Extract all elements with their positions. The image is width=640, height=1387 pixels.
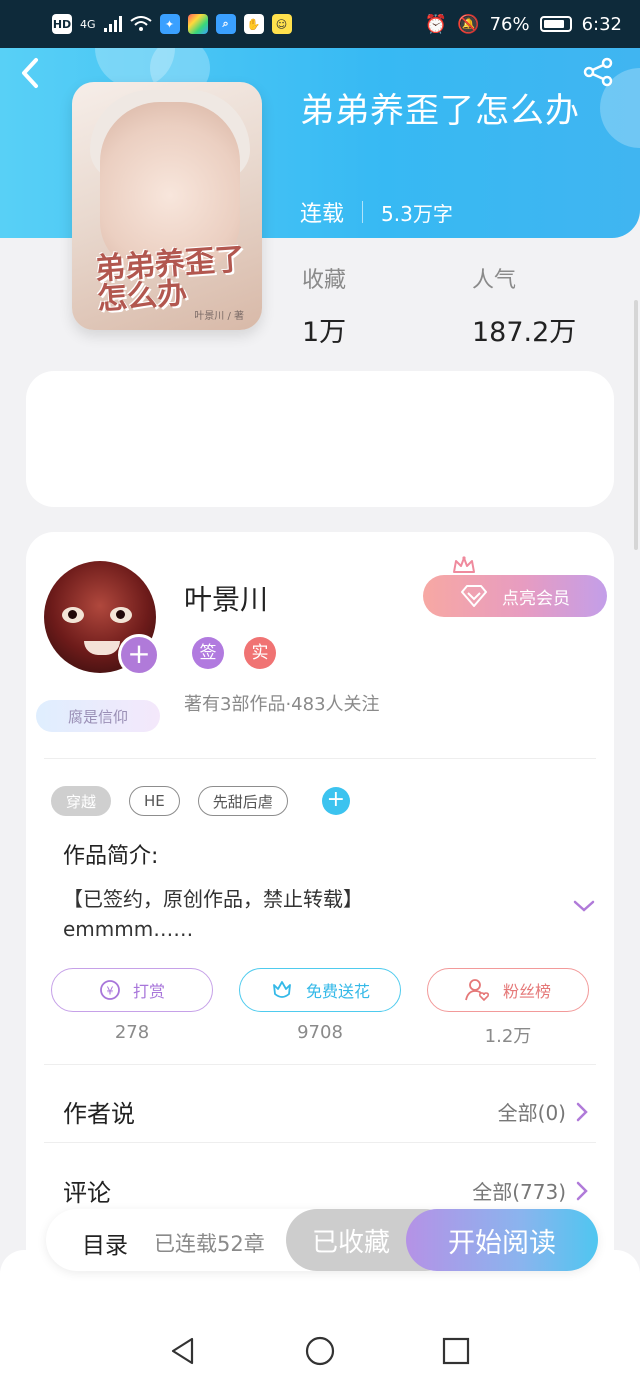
flower-icon — [273, 981, 291, 998]
divider — [44, 758, 596, 759]
comments-count: 全部(773) — [472, 1180, 566, 1204]
nav-home-icon[interactable] — [305, 1336, 335, 1366]
vip-button[interactable]: 点亮会员 — [423, 575, 607, 617]
fan-count: 1.2万 — [484, 1026, 532, 1047]
book-meta: 连载 5.3万字 — [300, 196, 453, 228]
wifi-icon — [129, 16, 152, 31]
alarm-icon: ⏰ — [424, 13, 448, 35]
author-says-count: 全部(0) — [497, 1101, 566, 1125]
fan-ranking-button[interactable]: 粉丝榜 — [427, 968, 589, 1012]
reward-button[interactable]: ¥ 打赏 — [51, 968, 213, 1012]
toc-button[interactable]: 目录 — [82, 1226, 128, 1260]
nav-recents-icon[interactable] — [441, 1336, 471, 1366]
banner-card — [26, 371, 614, 507]
cover-title: 弟弟养歪了怎么办 — [93, 241, 246, 318]
tag-item[interactable]: 穿越 — [51, 786, 112, 816]
meta-divider — [362, 201, 364, 223]
start-reading-button[interactable]: 开始阅读 — [406, 1209, 598, 1271]
hand-icon: ✋ — [243, 14, 264, 34]
diamond-icon — [461, 585, 487, 607]
comments-title: 评论 — [63, 1179, 111, 1207]
mute-icon: 🔕 — [457, 13, 480, 35]
favorites-value: 1万 — [302, 317, 347, 348]
intro-line: emmmm…… — [63, 917, 194, 941]
author-says-all-link[interactable]: 全部(0) — [498, 1097, 588, 1126]
bulb-icon: ✦ — [159, 14, 180, 34]
back-button[interactable] — [18, 56, 58, 96]
nav-back-icon[interactable] — [168, 1336, 198, 1366]
chevron-down-icon[interactable] — [572, 898, 596, 914]
signed-badge: 签 — [192, 637, 224, 669]
tag-item[interactable]: HE — [129, 786, 180, 816]
verified-badge: 实 — [244, 637, 276, 669]
popularity-label: 人气 — [472, 268, 517, 293]
signal-icon — [103, 16, 122, 32]
yen-coin-icon: ¥ — [100, 980, 120, 1000]
reward-count: 278 — [114, 1022, 150, 1043]
flower-count: 9708 — [297, 1022, 343, 1043]
intro-title: 作品简介: — [63, 844, 159, 869]
author-info: 著有3部作品·483人关注 — [184, 694, 380, 715]
scrollbar[interactable] — [634, 300, 638, 550]
comments-all-link[interactable]: 全部(773) — [472, 1176, 588, 1205]
chevron-left-icon — [22, 58, 38, 88]
status-left: HD 4G ✦ ⌕ ✋ ☺ — [52, 14, 292, 34]
follow-author-button[interactable]: + — [118, 634, 160, 676]
battery-percent: 76% — [489, 13, 530, 35]
start-reading-label: 开始阅读 — [448, 1227, 556, 1259]
favorites-stat: 收藏 1万 — [302, 262, 346, 349]
status-bar: HD 4G ✦ ⌕ ✋ ☺ ⏰ 🔕 76% 6:32 — [0, 0, 640, 48]
collected-label: 已收藏 — [312, 1227, 391, 1258]
intro-text: 【已签约，原创作品，禁止转载】 emmmm…… — [63, 884, 543, 944]
book-word-count: 5.3万字 — [381, 201, 453, 226]
book-title: 弟弟养歪了怎么办 — [300, 91, 580, 131]
send-flower-button[interactable]: 免费送花 — [239, 968, 401, 1012]
chat-icon: ☺ — [271, 14, 292, 34]
crown-icon — [453, 556, 475, 573]
tag-item[interactable]: 先甜后虐 — [197, 786, 288, 816]
intro-line: 【已签约，原创作品，禁止转载】 — [63, 887, 363, 911]
reward-label: 打赏 — [132, 982, 165, 1001]
author-says-title: 作者说 — [63, 1100, 135, 1128]
cover-author: 叶景川 / 著 — [194, 311, 244, 322]
book-status: 连载 — [300, 202, 345, 227]
chevron-right-icon — [576, 1102, 588, 1121]
status-right: ⏰ 🔕 76% 6:32 — [425, 14, 622, 35]
tag-row: 穿越 HE 先甜后虐 + — [51, 786, 350, 816]
book-cover[interactable]: 弟弟养歪了怎么办 叶景川 / 著 — [72, 82, 262, 330]
avatar-mouth — [84, 641, 120, 655]
app-icon — [187, 14, 208, 34]
fan-ranking-label: 粉丝榜 — [502, 982, 551, 1001]
user-heart-icon — [465, 979, 490, 1002]
divider — [44, 1064, 596, 1065]
share-icon — [583, 57, 613, 87]
chapter-count[interactable]: 已连载52章 — [154, 1228, 265, 1258]
chevron-right-icon — [576, 1181, 588, 1200]
author-name[interactable]: 叶景川 — [184, 578, 268, 618]
favorites-label: 收藏 — [302, 268, 347, 293]
avatar-eye — [62, 607, 84, 623]
svg-text:¥: ¥ — [106, 985, 113, 998]
clock: 6:32 — [581, 13, 622, 35]
hd-icon: HD — [52, 14, 72, 34]
avatar-eye — [110, 607, 132, 623]
popularity-value: 187.2万 — [472, 317, 577, 348]
fan-title-tag: 腐是信仰 — [36, 700, 160, 732]
vip-button-label: 点亮会员 — [502, 588, 570, 609]
add-tag-button[interactable]: + — [321, 787, 350, 815]
divider — [44, 1142, 596, 1143]
network-type: 4G — [80, 17, 96, 31]
search-app-icon: ⌕ — [215, 14, 236, 34]
popularity-stat: 人气 187.2万 — [472, 262, 576, 349]
send-flower-label: 免费送花 — [305, 982, 370, 1001]
battery-icon — [539, 16, 572, 32]
